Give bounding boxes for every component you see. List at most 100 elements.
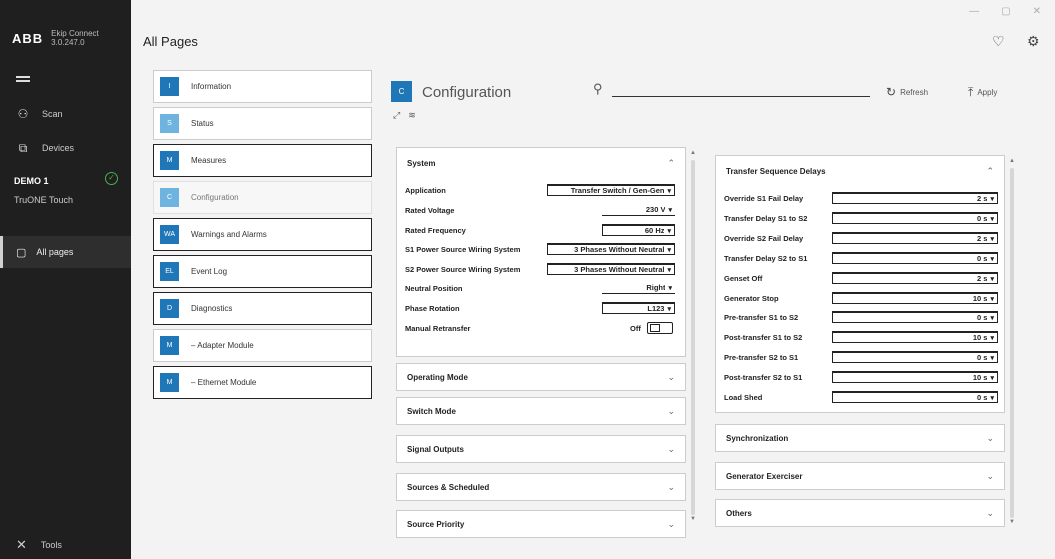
field-select[interactable]: 2 s ▾ xyxy=(832,232,998,244)
collapsed-panel-header[interactable]: Switch Mode ⌄ xyxy=(397,398,685,424)
page-item-label: – Adapter Module xyxy=(191,341,254,350)
search-input[interactable] xyxy=(612,83,870,97)
page-item[interactable]: D Diagnostics xyxy=(153,292,372,325)
field-select[interactable]: 2 s ▾ xyxy=(832,192,998,204)
hamburger-menu-icon[interactable] xyxy=(16,74,30,84)
window-controls: — ▢ ✕ xyxy=(969,6,1041,17)
right-scrollbar[interactable] xyxy=(1010,168,1014,518)
sidebar-item-label: Tools xyxy=(40,540,62,550)
page-item[interactable]: M – Ethernet Module xyxy=(153,366,372,399)
page-item[interactable]: EL Event Log xyxy=(153,255,372,288)
field-label: Manual Retransfer xyxy=(405,324,471,333)
lightbulb-icon[interactable]: ♡ xyxy=(992,33,1005,50)
field-select[interactable]: 0 s ▾ xyxy=(832,252,998,264)
chevron-up-icon: ⌃ xyxy=(986,165,994,176)
panel-title: Signal Outputs xyxy=(407,444,464,454)
select-value: 2 s xyxy=(977,234,988,243)
panel-title: Sources & Scheduled xyxy=(407,482,490,492)
chevron-down-icon: ▾ xyxy=(990,195,994,203)
field-select[interactable]: 0 s ▾ xyxy=(832,351,998,363)
page-item[interactable]: WA Warnings and Alarms xyxy=(153,218,372,251)
select-value: 2 s xyxy=(977,274,988,283)
collapsed-panel-header[interactable]: Synchronization ⌄ xyxy=(716,425,1004,451)
chevron-down-icon: ▾ xyxy=(990,295,994,303)
page-item-label: Information xyxy=(191,82,232,91)
field-select[interactable]: Right ▾ xyxy=(602,282,675,294)
page-item[interactable]: C Configuration xyxy=(153,181,372,214)
chevron-down-icon: ⌄ xyxy=(986,432,994,443)
refresh-button[interactable]: ↻ Refresh xyxy=(886,85,928,99)
sidebar-item-devices[interactable]: ⧉ Devices xyxy=(0,133,131,163)
collapsed-panel-header[interactable]: Generator Exerciser ⌄ xyxy=(716,463,1004,489)
chevron-down-icon: ▾ xyxy=(667,266,671,274)
close-button[interactable]: ✕ xyxy=(1033,6,1041,17)
scroll-down-arrow[interactable]: ▼ xyxy=(690,516,696,522)
field-label: Transfer Delay S2 to S1 xyxy=(724,254,808,263)
page-item[interactable]: M – Adapter Module xyxy=(153,329,372,362)
connected-check-icon: ✓ xyxy=(105,172,118,185)
manual-retransfer-toggle[interactable] xyxy=(647,322,673,334)
chevron-down-icon: ▾ xyxy=(667,305,671,313)
device-card[interactable]: DEMO 1 ✓ TruONE Touch xyxy=(14,172,118,205)
apply-button[interactable]: ⤒ Apply xyxy=(968,85,997,100)
field-label: Override S1 Fail Delay xyxy=(724,194,804,203)
collapsed-panel-header[interactable]: Others ⌄ xyxy=(716,500,1004,526)
select-value: 0 s xyxy=(977,214,988,223)
field-label: Rated Voltage xyxy=(405,206,455,215)
field-select[interactable]: 2 s ▾ xyxy=(832,272,998,284)
collapsed-panel-header[interactable]: Signal Outputs ⌄ xyxy=(397,436,685,462)
minimize-button[interactable]: — xyxy=(969,6,979,17)
scroll-down-arrow[interactable]: ▼ xyxy=(1009,519,1015,525)
field-select[interactable]: 0 s ▾ xyxy=(832,212,998,224)
chevron-down-icon: ▾ xyxy=(990,235,994,243)
field-select[interactable]: 0 s ▾ xyxy=(832,311,998,323)
select-value: 0 s xyxy=(977,353,988,362)
field-select[interactable]: 0 s ▾ xyxy=(832,391,998,403)
chevron-down-icon: ▾ xyxy=(667,187,671,195)
field-select[interactable]: 230 V ▾ xyxy=(602,204,675,216)
field-select[interactable]: 10 s ▾ xyxy=(832,331,998,343)
field-label: S1 Power Source Wiring System xyxy=(405,245,521,254)
collapsed-panel-header[interactable]: Sources & Scheduled ⌄ xyxy=(397,474,685,500)
panel-title: Synchronization xyxy=(726,433,789,443)
field-select[interactable]: 10 s ▾ xyxy=(832,371,998,383)
sidebar-item-all-pages[interactable]: ▢ All pages xyxy=(0,236,131,268)
chevron-down-icon: ▾ xyxy=(990,354,994,362)
expand-all-icon[interactable]: ⤢ xyxy=(393,110,400,121)
panel-title: Switch Mode xyxy=(407,406,456,416)
field-select[interactable]: 3 Phases Without Neutral ▾ xyxy=(547,263,675,275)
chevron-down-icon: ▾ xyxy=(990,394,994,402)
brand: ABB Ekip Connect 3.0.247.0 xyxy=(12,29,99,48)
page-item-label: Configuration xyxy=(191,193,239,202)
transfer-delays-panel-header[interactable]: Transfer Sequence Delays ⌃ xyxy=(716,156,1004,186)
sidebar-item-scan[interactable]: ⚇ Scan xyxy=(0,99,131,129)
chevron-down-icon: ⌄ xyxy=(667,518,675,529)
left-scrollbar[interactable] xyxy=(691,160,695,515)
field-select[interactable]: 10 s ▾ xyxy=(832,292,998,304)
device-name: DEMO 1 xyxy=(14,176,49,186)
collapsed-panel-header[interactable]: Source Priority ⌄ xyxy=(397,511,685,537)
panel-title: Generator Exerciser xyxy=(726,471,803,481)
field-label: Genset Off xyxy=(724,274,763,283)
gear-icon[interactable]: ⚙ xyxy=(1027,33,1040,50)
system-panel-header[interactable]: System ⌃ xyxy=(397,148,685,178)
sidebar-item-tools[interactable]: ✕ Tools xyxy=(16,537,62,553)
page-item[interactable]: S Status xyxy=(153,107,372,140)
chevron-down-icon: ⌄ xyxy=(986,470,994,481)
field-select[interactable]: L123 ▾ xyxy=(602,302,675,314)
field-select[interactable]: Transfer Switch / Gen-Gen ▾ xyxy=(547,184,675,196)
page-item[interactable]: M Measures xyxy=(153,144,372,177)
refresh-icon: ↻ xyxy=(886,85,897,99)
page-item[interactable]: I Information xyxy=(153,70,372,103)
collapsed-panel-header[interactable]: Operating Mode ⌄ xyxy=(397,364,685,390)
maximize-button[interactable]: ▢ xyxy=(1001,6,1010,17)
page-tile: S xyxy=(160,114,179,133)
collapse-all-icon[interactable]: ≋ xyxy=(408,110,416,121)
field-select[interactable]: 3 Phases Without Neutral ▾ xyxy=(547,243,675,255)
scroll-up-arrow[interactable]: ▲ xyxy=(1009,158,1015,164)
scroll-up-arrow[interactable]: ▲ xyxy=(690,150,696,156)
collapsed-panel: Switch Mode ⌄ xyxy=(396,397,686,425)
select-value: 2 s xyxy=(977,194,988,203)
field-select[interactable]: 60 Hz ▾ xyxy=(602,224,675,236)
chevron-down-icon: ▾ xyxy=(990,215,994,223)
